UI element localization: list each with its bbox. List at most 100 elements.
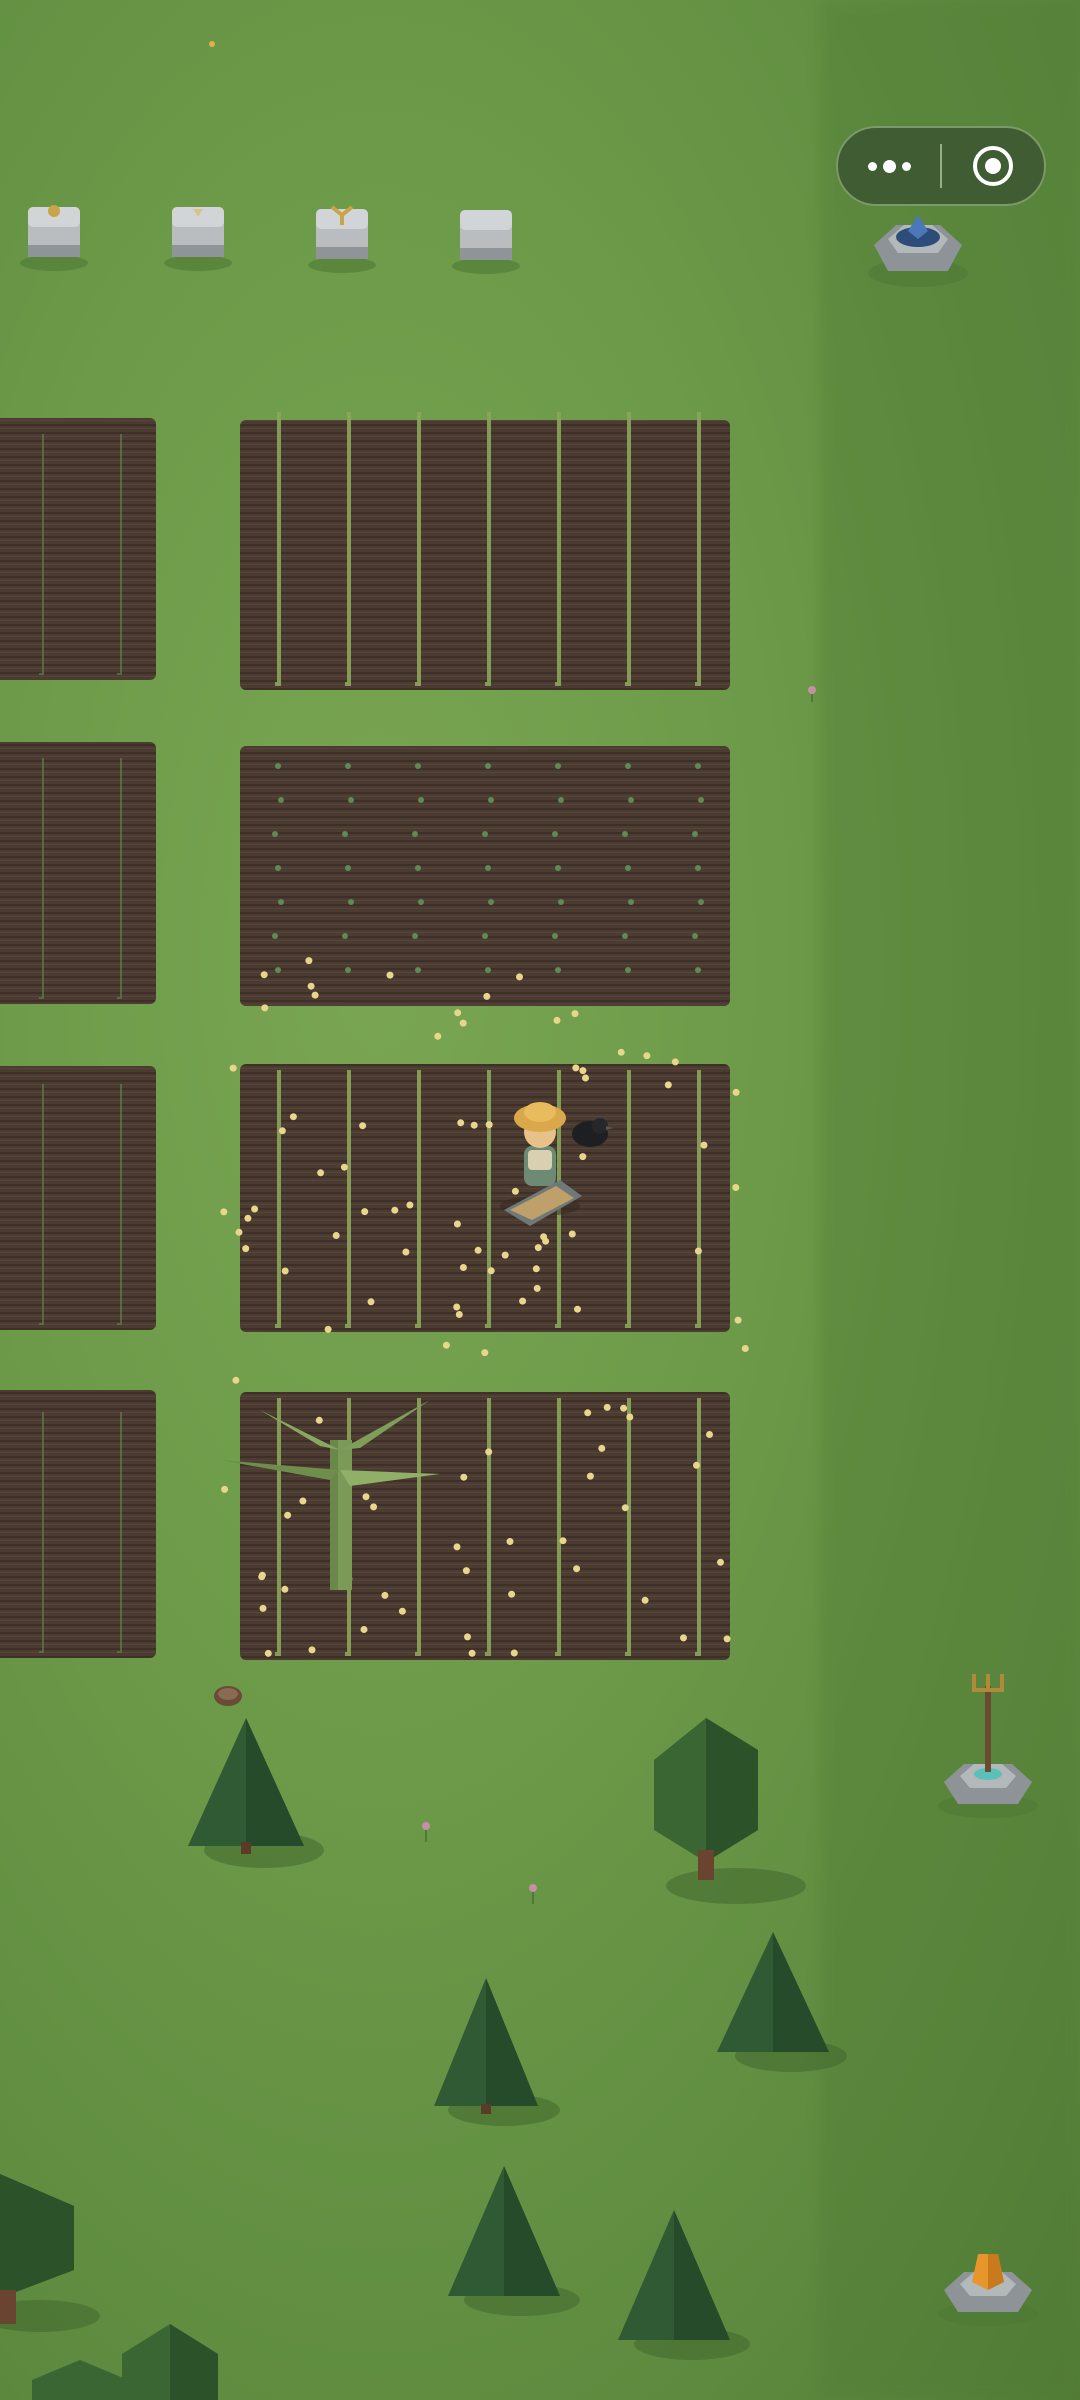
farm-plot[interactable] — [0, 1390, 156, 1658]
seed-speck — [457, 1119, 465, 1127]
seed-speck — [332, 1232, 340, 1239]
seed-speck — [717, 1558, 724, 1566]
seed-speck — [402, 1248, 410, 1256]
seed-speck — [573, 1565, 581, 1573]
seed-speck — [706, 1431, 713, 1438]
seed-speck — [367, 1298, 375, 1306]
farm-plot[interactable] — [0, 742, 156, 1004]
stone-pedestal-icon[interactable] — [452, 210, 520, 274]
seedling — [418, 797, 424, 803]
seed-speck — [741, 1345, 749, 1352]
pine-tree-icon — [448, 2166, 580, 2316]
seedling — [412, 933, 418, 939]
farm-plot[interactable] — [240, 1064, 730, 1332]
seed-speck — [454, 1009, 462, 1017]
seedling — [272, 933, 278, 939]
seed-speck — [453, 1303, 461, 1311]
seed-speck — [340, 1163, 348, 1171]
seed-speck — [264, 1649, 272, 1657]
flower-icon — [209, 41, 215, 47]
seed-speck — [506, 1538, 514, 1545]
seed-speck — [391, 1206, 399, 1214]
seed-speck — [308, 1646, 316, 1654]
seed-speck — [251, 1205, 259, 1213]
seed-speck — [571, 1010, 579, 1018]
seed-speck — [487, 1267, 495, 1275]
seed-speck — [584, 1409, 592, 1417]
oak-tree-icon — [122, 2324, 218, 2400]
seed-speck — [579, 1067, 587, 1075]
seed-speck — [315, 1416, 323, 1424]
seed-speck — [260, 971, 268, 979]
seedling — [482, 831, 488, 837]
seedling — [625, 763, 631, 769]
seed-speck — [220, 1208, 228, 1216]
seed-speck — [511, 1187, 519, 1195]
seed-speck — [386, 971, 394, 979]
game-scene[interactable] — [0, 0, 1080, 2400]
seed-speck — [460, 1473, 468, 1481]
seed-speck — [626, 1413, 634, 1421]
seedling — [555, 967, 561, 973]
seed-speck — [362, 1493, 370, 1501]
seed-speck — [680, 1634, 687, 1642]
seedling — [488, 797, 494, 803]
seed-speck — [579, 1153, 587, 1161]
seed-speck — [643, 1052, 651, 1060]
stone-pedestal-icon[interactable] — [20, 205, 88, 271]
flower-icon — [529, 1884, 537, 1904]
seed-speck — [281, 1267, 289, 1275]
seed-speck — [261, 1004, 269, 1012]
stone-pedestal-icon[interactable] — [308, 205, 376, 273]
seed-speck — [359, 1122, 367, 1130]
seed-speck — [586, 1472, 594, 1480]
seed-speck — [671, 1058, 679, 1066]
pine-tree-icon — [188, 1718, 324, 1868]
seedling — [418, 899, 424, 905]
seed-speck — [481, 1349, 489, 1357]
seed-speck — [485, 1121, 493, 1129]
seed-speck — [459, 1019, 467, 1027]
seed-speck — [370, 1503, 378, 1511]
farm-plot[interactable] — [0, 1066, 156, 1330]
seed-speck — [453, 1543, 461, 1551]
seed-speck — [324, 1325, 332, 1333]
stone-pedestal-icon[interactable] — [164, 207, 232, 271]
seed-speck — [259, 1604, 267, 1612]
seedling — [345, 865, 351, 871]
farm-plot[interactable] — [240, 1392, 730, 1660]
seedling — [555, 763, 561, 769]
flower-icon — [422, 1822, 430, 1842]
seed-speck — [459, 1264, 467, 1271]
tree-stump-icon — [214, 1686, 242, 1706]
seed-speck — [281, 1585, 289, 1593]
pine-tree-icon — [618, 2210, 750, 2360]
seed-speck — [278, 1127, 286, 1135]
seed-speck — [244, 1214, 252, 1222]
seed-speck — [453, 1220, 461, 1228]
seedling — [692, 933, 698, 939]
farm-plot[interactable] — [240, 420, 730, 690]
seedling — [345, 763, 351, 769]
seed-speck — [317, 1169, 325, 1177]
seed-speck — [572, 1064, 580, 1072]
more-menu-button[interactable]: more-dots-icon — [838, 128, 940, 204]
seed-speck — [693, 1461, 700, 1469]
seed-speck — [620, 1404, 628, 1412]
seedling — [348, 797, 354, 803]
seedling — [558, 797, 564, 803]
seed-speck — [464, 1633, 471, 1641]
seed-speck — [533, 1284, 541, 1292]
farm-plot[interactable] — [240, 746, 730, 1006]
seedling — [488, 899, 494, 905]
seed-speck — [559, 1537, 567, 1545]
seedling — [345, 967, 351, 973]
seed-speck — [229, 1064, 237, 1072]
farm-plot[interactable] — [0, 418, 156, 680]
seed-speck — [664, 1081, 672, 1089]
seedling — [695, 865, 701, 871]
seed-speck — [284, 1511, 292, 1519]
close-program-button[interactable]: target-circle-icon — [942, 128, 1044, 204]
seed-speck — [381, 1591, 389, 1599]
seedling — [552, 933, 558, 939]
